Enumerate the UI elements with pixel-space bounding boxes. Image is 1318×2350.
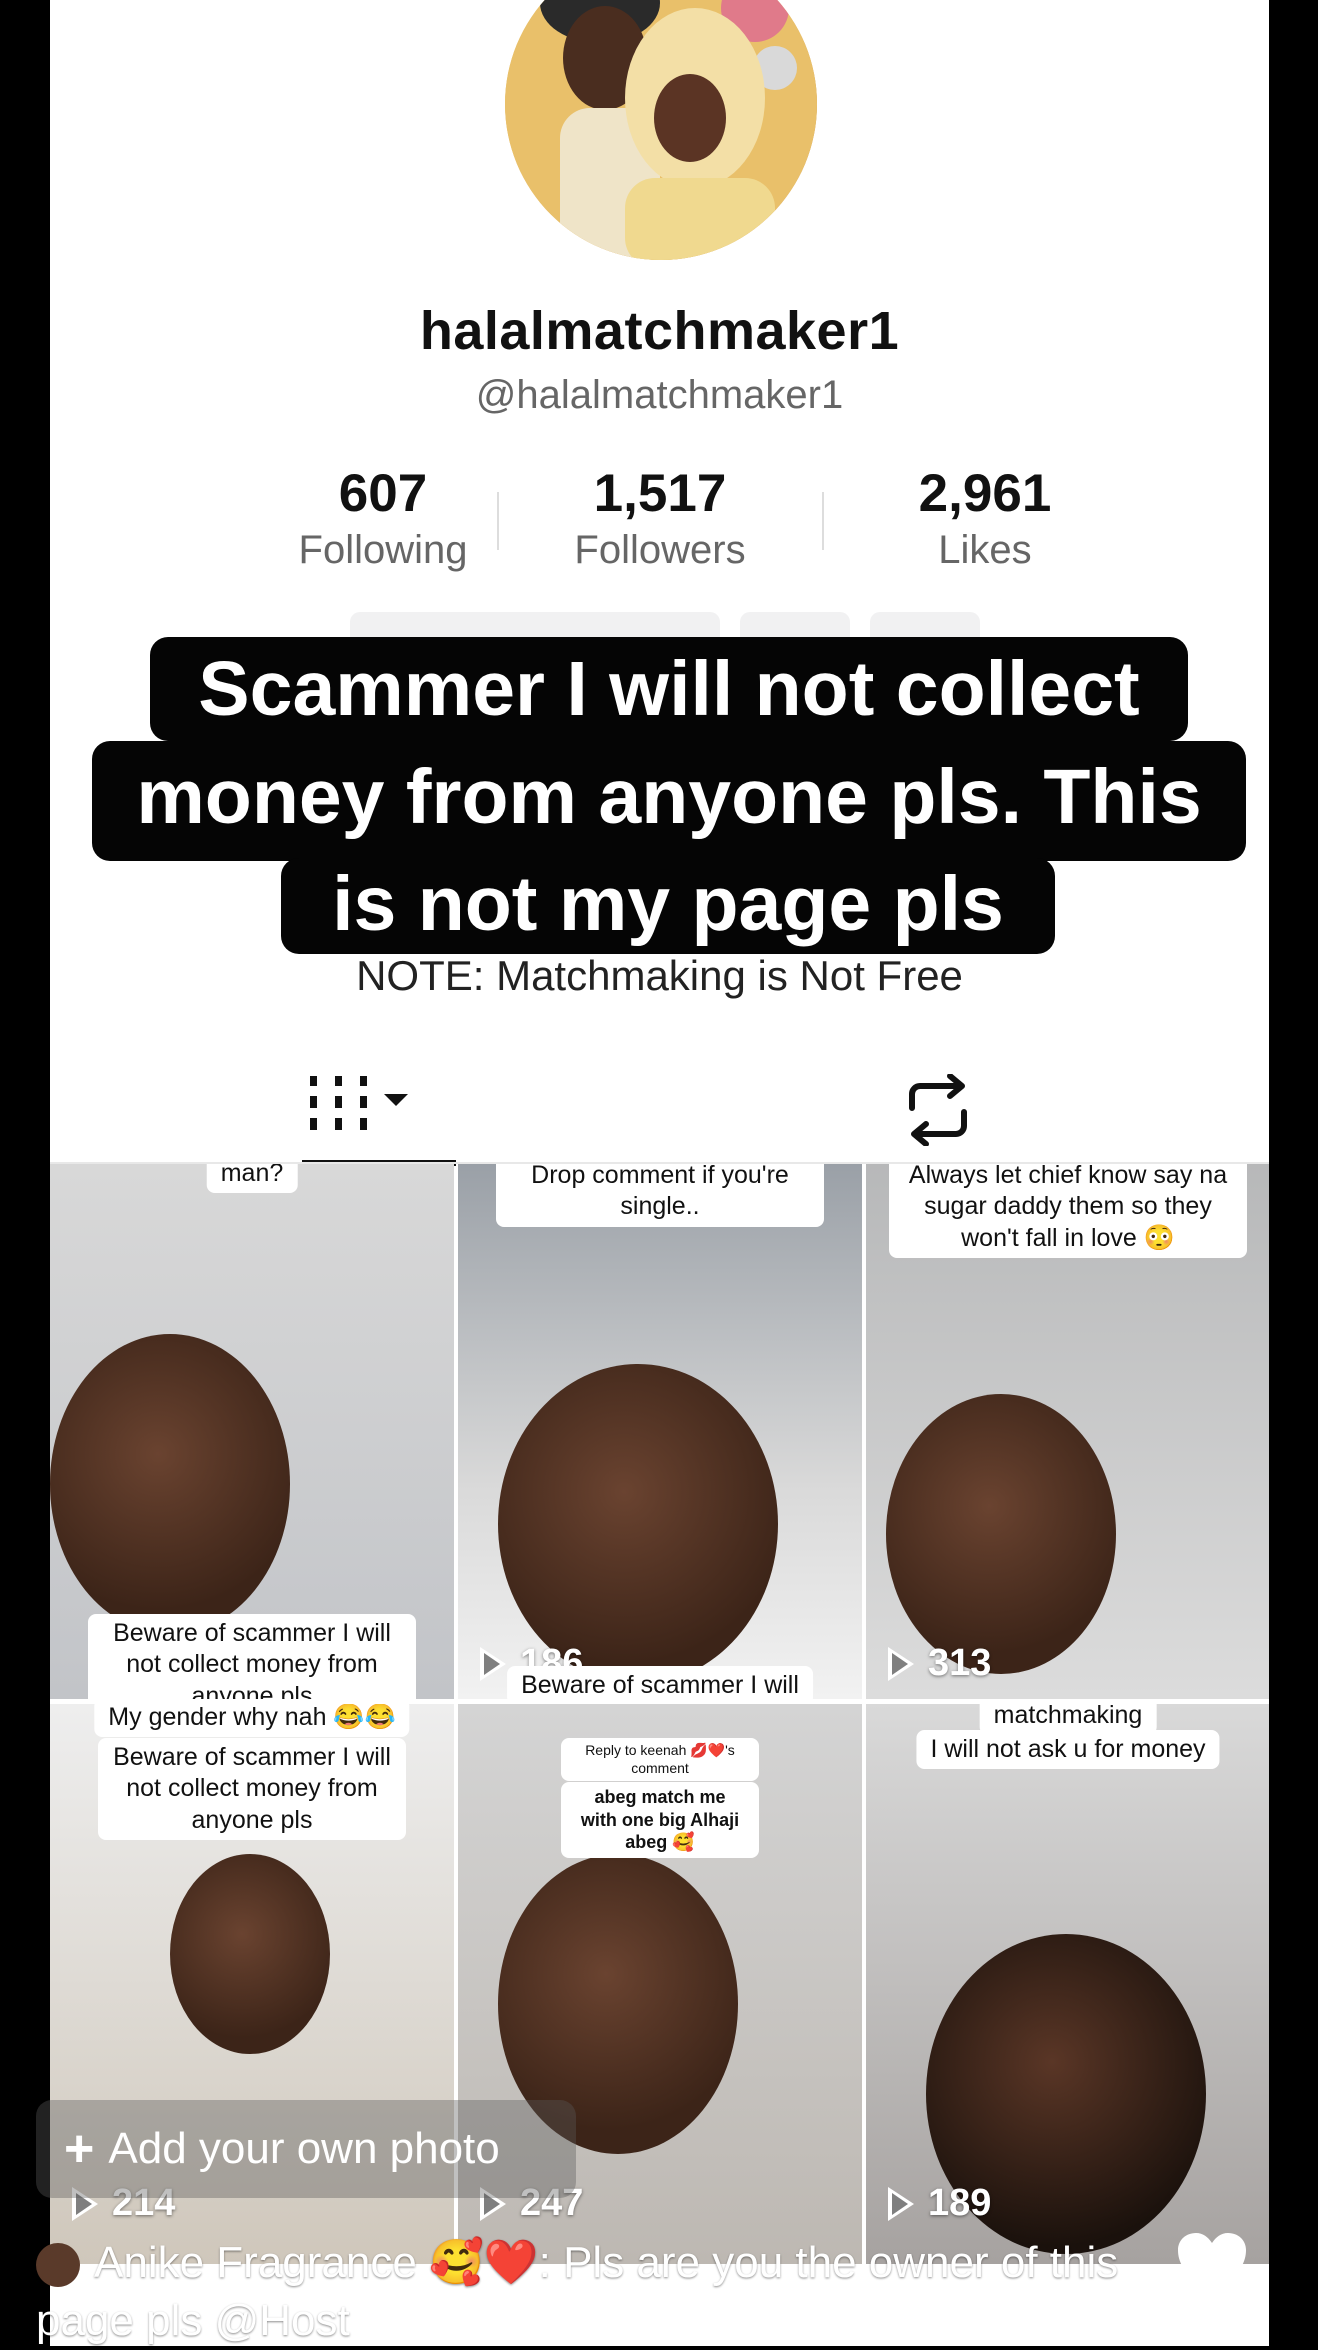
following-count: 607: [338, 464, 428, 523]
video-thumbnail: [50, 1334, 290, 1634]
video-top-text: Always let chief know say na sugar daddy…: [889, 1164, 1247, 1258]
video-top-text: man?: [206, 1164, 298, 1194]
likes-label: Likes: [938, 527, 1032, 572]
stat-followers[interactable]: 1,517 Followers: [530, 466, 790, 573]
stat-divider: [497, 492, 499, 550]
video-caption: I will not ask u for money: [916, 1730, 1220, 1770]
commenter-name: Anike Fragrance 🥰❤️: [94, 2238, 539, 2287]
video-top-text: My gender why nah 😂😂: [94, 1704, 410, 1738]
overlay-caption-line-1: Scammer I will not collect: [150, 637, 1188, 741]
video-top-text: Drop comment if you're single..: [496, 1164, 824, 1227]
video-caption: Beware of scammer I will not collect mon…: [88, 1614, 416, 1699]
video-thumbnail: [498, 1364, 778, 1684]
stat-divider: [822, 492, 824, 550]
grid-icon: [310, 1076, 408, 1130]
add-photo-button[interactable]: + Add your own photo: [36, 2100, 576, 2198]
video-caption: Beware of scammer I will: [507, 1666, 813, 1699]
video-top-text: Reply to keenah 💋❤️'s comment: [561, 1738, 759, 1781]
followers-label: Followers: [574, 527, 746, 572]
view-count: 189: [888, 2182, 991, 2225]
bio-text: NOTE: Matchmaking is Not Free: [356, 952, 963, 999]
video-thumbnail: [886, 1394, 1116, 1674]
play-icon: [888, 2186, 914, 2221]
video-tile[interactable]: Drop comment if you're single.. 186 Bewa…: [458, 1164, 862, 1699]
like-count: 0: [1200, 2300, 1222, 2342]
commenter-avatar: [36, 2243, 80, 2288]
play-icon: [480, 1646, 506, 1681]
profile-avatar[interactable]: [505, 0, 817, 260]
video-caption: Beware of scammer I will not collect mon…: [98, 1738, 406, 1840]
stat-likes[interactable]: 2,961 Likes: [855, 466, 1115, 573]
likes-count: 2,961: [918, 464, 1052, 523]
video-tile[interactable]: man? Beware of scammer I will not collec…: [50, 1164, 454, 1699]
video-thumbnail: [170, 1854, 330, 2054]
overlay-caption-line-3: is not my page pls: [281, 858, 1055, 954]
add-photo-label: Add your own photo: [108, 2124, 500, 2173]
overlay-caption-line-2: money from anyone pls. This: [92, 741, 1246, 861]
plus-icon: +: [64, 2120, 95, 2178]
repost-icon: [909, 1073, 967, 1147]
profile-tabs: [50, 1052, 1269, 1166]
stat-following[interactable]: 607 Following: [253, 466, 513, 573]
play-icon: [888, 1646, 914, 1681]
video-tile[interactable]: matchmaking I will not ask u for money 1…: [866, 1704, 1269, 2264]
video-tile[interactable]: Always let chief know say na sugar daddy…: [866, 1164, 1269, 1699]
profile-screen: halalmatchmaker1 @halalmatchmaker1 607 F…: [50, 0, 1269, 2346]
heart-icon[interactable]: [1176, 2232, 1248, 2298]
tab-reposts[interactable]: [898, 1073, 978, 1147]
username-handle: @halalmatchmaker1: [475, 373, 844, 417]
view-count: 313: [888, 1642, 991, 1685]
following-label: Following: [298, 527, 468, 572]
back-icon[interactable]: [96, 0, 134, 26]
live-comment: Anike Fragrance 🥰❤️: Pls are you the own…: [36, 2234, 1136, 2350]
display-name: halalmatchmaker1: [419, 301, 900, 361]
followers-count: 1,517: [593, 464, 727, 523]
tab-videos[interactable]: [302, 1070, 456, 1166]
video-caption: abeg match me with one big Alhaji abeg 🥰: [561, 1782, 759, 1858]
